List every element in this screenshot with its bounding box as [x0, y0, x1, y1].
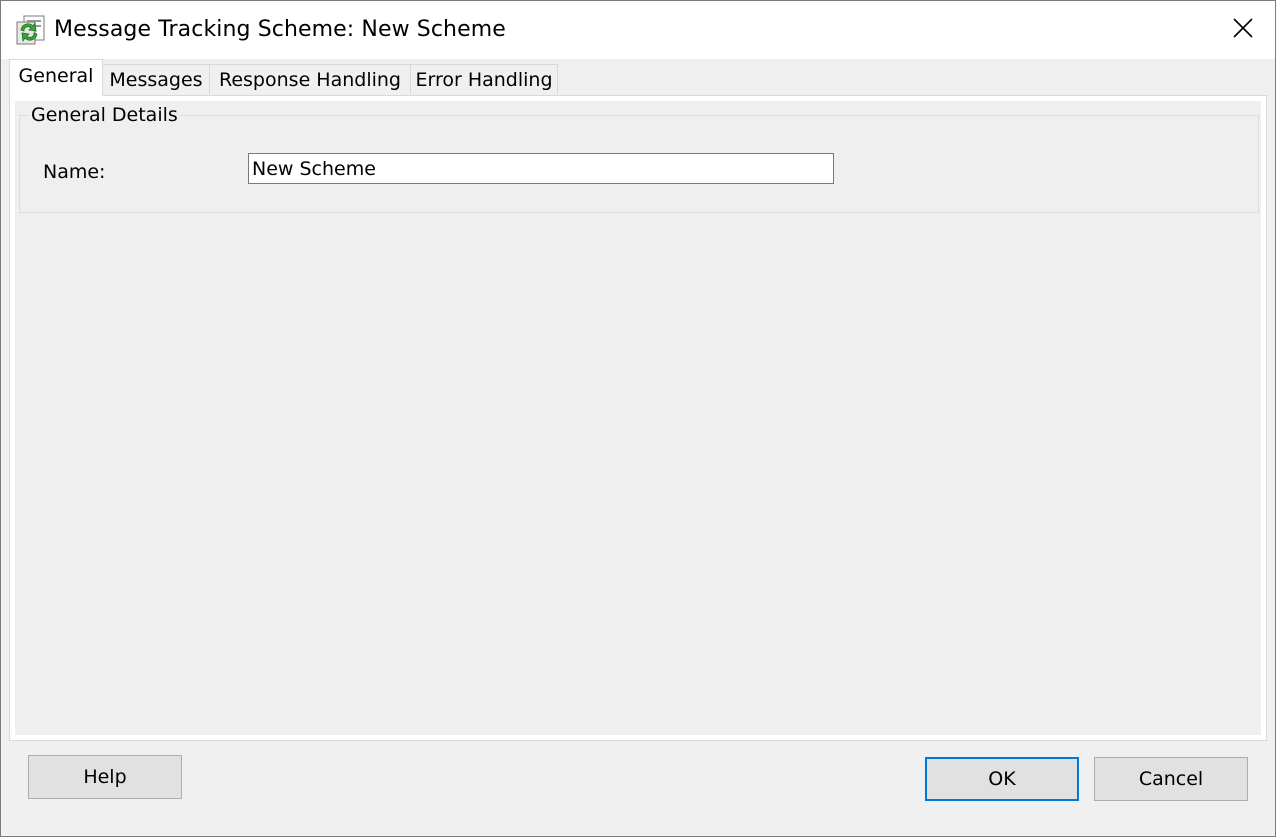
tab-general[interactable]: General [9, 59, 103, 96]
tab-messages[interactable]: Messages [102, 64, 210, 94]
tab-error-handling[interactable]: Error Handling [410, 64, 558, 94]
dialog-window: Message Tracking Scheme: New Scheme Gene… [0, 0, 1276, 837]
help-button[interactable]: Help [28, 755, 182, 799]
name-input[interactable] [248, 153, 834, 184]
cancel-button[interactable]: Cancel [1094, 757, 1248, 801]
message-tracking-scheme-icon [15, 14, 47, 46]
close-icon [1232, 17, 1254, 44]
tab-panel-general: General Details Name: [9, 95, 1267, 741]
tab-response-handling[interactable]: Response Handling [209, 64, 411, 94]
close-button[interactable] [1211, 1, 1275, 59]
name-label: Name: [43, 161, 106, 183]
panel-content: General Details Name: [15, 101, 1261, 735]
ok-button[interactable]: OK [925, 757, 1079, 801]
window-title: Message Tracking Scheme: New Scheme [54, 17, 506, 42]
group-title: General Details [29, 104, 181, 126]
title-bar[interactable]: Message Tracking Scheme: New Scheme [1, 1, 1275, 59]
general-details-group: General Details Name: [19, 104, 1259, 213]
